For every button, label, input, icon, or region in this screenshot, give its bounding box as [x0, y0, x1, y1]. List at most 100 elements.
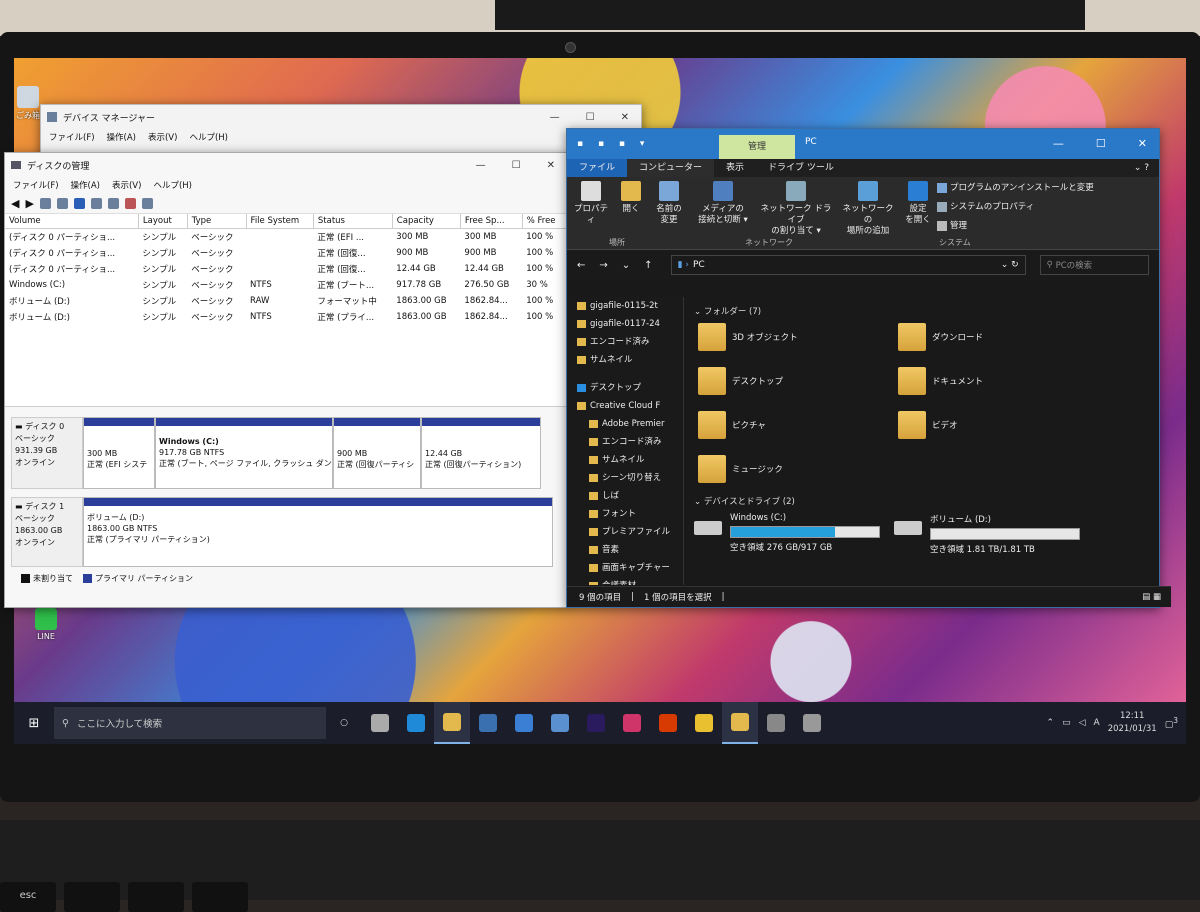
partition-windows-c[interactable]: Windows (C:) 917.78 GB NTFS 正常 (ブート, ページ… [155, 417, 333, 489]
rename-button[interactable]: 名前の 変更 [647, 177, 691, 249]
taskbar-app-button[interactable] [542, 702, 578, 744]
menu-help[interactable]: ヘルプ(H) [189, 131, 228, 143]
partition-volume-d[interactable]: ボリューム (D:) 1863.00 GB NTFS 正常 (プライマリ パーテ… [83, 497, 553, 567]
nav-item[interactable]: シーン切り替え [567, 469, 683, 487]
column-header[interactable]: File System [246, 214, 314, 229]
properties-button[interactable]: プロパティ [567, 177, 615, 249]
uninstall-programs-link[interactable]: プログラムのアンインストールと変更 [937, 179, 1094, 198]
folder-3d-objects[interactable]: 3D オブジェクト [698, 323, 798, 351]
taskbar-app-button[interactable] [470, 702, 506, 744]
explorer-titlebar[interactable]: ▪ ▪ ▪ ▾ 管理 PC — ☐ ✕ [567, 129, 1159, 159]
folders-section-header[interactable]: ⌄ フォルダー (7) [694, 305, 1149, 317]
close-icon[interactable]: ✕ [1138, 137, 1147, 150]
console-tree-icon[interactable] [39, 197, 51, 209]
settings-icon[interactable] [141, 197, 153, 209]
refresh-icon[interactable]: ⌄ ↻ [1001, 260, 1019, 270]
menu-view[interactable]: 表示(V) [148, 131, 177, 143]
tab-view[interactable]: 表示 [714, 159, 756, 177]
network-icon[interactable]: ▭ [1062, 718, 1071, 728]
taskbar-app-button[interactable] [506, 702, 542, 744]
table-row[interactable]: (ディスク 0 パーティショ... シンプル ベーシック 正常 (回復... 12.44… [5, 261, 567, 277]
file-explorer-window[interactable]: ▪ ▪ ▪ ▾ 管理 PC — ☐ ✕ ファイル コンピューター 表示 ドライブ ツ… [566, 128, 1171, 608]
folder-pictures[interactable]: ピクチャ [698, 411, 766, 439]
address-bar[interactable]: ▮ › PC ⌄ ↻ [670, 255, 1026, 275]
list-view-icon[interactable] [90, 197, 102, 209]
view-toggle-icons[interactable]: ▤ ▦ [1142, 592, 1171, 602]
menu-action[interactable]: 操作(A) [107, 131, 136, 143]
nav-item[interactable]: プレミアファイル [567, 523, 683, 541]
disk-0-label[interactable]: ▬ ディスク 0 ベーシック 931.39 GB オンライン [11, 417, 83, 489]
desktop-icon-line[interactable]: LINE [24, 608, 68, 641]
maximize-icon[interactable]: ☐ [1096, 137, 1106, 150]
table-row[interactable]: Windows (C:) シンプル ベーシック NTFS 正常 (ブート... 917.7… [5, 277, 567, 293]
forward-arrow-icon[interactable]: ▶ [25, 197, 33, 210]
table-row[interactable]: (ディスク 0 パーティショ... シンプル ベーシック 正常 (回復... 900 M… [5, 245, 567, 261]
taskbar-search[interactable]: ⚲ ここに入力して検索 [54, 707, 326, 739]
manage-link[interactable]: 管理 [937, 217, 1094, 236]
nav-item[interactable]: Creative Cloud F [567, 397, 683, 415]
open-settings-button[interactable]: 設定 を開く [899, 177, 937, 249]
folder-documents[interactable]: ドキュメント [898, 367, 983, 395]
taskbar-app-button[interactable] [398, 702, 434, 744]
table-row[interactable]: ボリューム (D:) シンプル ベーシック NTFS 正常 (プライ... 1863.00… [5, 309, 567, 325]
maximize-icon[interactable]: ☐ [586, 112, 595, 123]
notification-center-icon[interactable]: ▢3 [1165, 716, 1178, 730]
nav-item[interactable]: デスクトップ [567, 379, 683, 397]
taskbar-app-button[interactable] [434, 702, 470, 744]
cortana-button[interactable]: ○ [326, 702, 362, 744]
disk-1-label[interactable]: ▬ ディスク 1 ベーシック 1863.00 GB オンライン [11, 497, 83, 567]
column-header[interactable]: Layout [138, 214, 188, 229]
taskbar-app-button[interactable] [362, 702, 398, 744]
table-row[interactable]: (ディスク 0 パーティショ... シンプル ベーシック 正常 (EFI ... 300… [5, 229, 567, 246]
ime-mode[interactable]: A [1094, 718, 1100, 728]
properties-icon[interactable] [56, 197, 68, 209]
menu-view[interactable]: 表示(V) [112, 179, 141, 191]
nav-item[interactable]: Adobe Premier [567, 415, 683, 433]
tab-drive-tools[interactable]: ドライブ ツール [756, 159, 846, 177]
disk-management-window[interactable]: ディスクの管理 — ☐ ✕ ファイル(F) 操作(A) 表示(V) ヘルプ(H) ◀… [4, 152, 568, 608]
nav-item[interactable]: サムネイル [567, 451, 683, 469]
partition-recovery-2[interactable]: 12.44 GB 正常 (回復パーティション) [421, 417, 541, 489]
tray-overflow-icon[interactable]: ⌃ [1047, 718, 1055, 728]
nav-item[interactable]: エンコード済み [567, 333, 683, 351]
partition-recovery-1[interactable]: 900 MB 正常 (回復パーティシ [333, 417, 421, 489]
taskbar-app-button[interactable] [794, 702, 830, 744]
column-header[interactable]: Capacity [392, 214, 461, 229]
tab-file[interactable]: ファイル [567, 159, 628, 177]
taskbar-app-button[interactable] [686, 702, 722, 744]
table-row[interactable]: ボリューム (D:) シンプル ベーシック RAW フォーマット中 1863.00 GB 1… [5, 293, 567, 309]
taskbar-app-button[interactable] [614, 702, 650, 744]
check-icon[interactable] [124, 197, 136, 209]
taskbar-app-button[interactable] [722, 702, 758, 744]
close-icon[interactable]: ✕ [547, 160, 555, 171]
folder-music[interactable]: ミュージック [698, 455, 783, 483]
minimize-icon[interactable]: — [550, 112, 560, 123]
windows-start-icon[interactable]: ⊞ [14, 716, 54, 731]
nav-item[interactable]: 画面キャプチャー [567, 559, 683, 577]
taskbar-app-button[interactable] [650, 702, 686, 744]
minimize-icon[interactable]: — [476, 160, 486, 171]
menu-file[interactable]: ファイル(F) [49, 131, 95, 143]
back-arrow-icon[interactable]: ◀ [11, 197, 19, 210]
folder-videos[interactable]: ビデオ [898, 411, 958, 439]
column-header[interactable]: Type [187, 214, 247, 229]
nav-item[interactable]: エンコード済み [567, 433, 683, 451]
maximize-icon[interactable]: ☐ [512, 160, 521, 171]
nav-item[interactable]: フォント [567, 505, 683, 523]
taskbar-app-button[interactable] [578, 702, 614, 744]
navigation-pane[interactable]: gigafile-0115-2t gigafile-0117-24 エンコード済みサ… [567, 297, 684, 585]
drives-section-header[interactable]: ⌄ デバイスとドライブ (2) [694, 495, 795, 507]
folder-downloads[interactable]: ダウンロード [898, 323, 983, 351]
drive-c[interactable]: Windows (C:) 空き領域 276 GB/917 GB [694, 513, 880, 553]
nav-item[interactable]: gigafile-0115-2t [567, 297, 683, 315]
nav-item[interactable] [567, 369, 683, 379]
back-arrow-icon[interactable]: ← [577, 260, 585, 271]
volume-icon[interactable]: ◁ [1079, 718, 1086, 728]
connect-icon[interactable] [107, 197, 119, 209]
menu-file[interactable]: ファイル(F) [13, 179, 59, 191]
system-properties-link[interactable]: システムのプロパティ [937, 198, 1094, 217]
close-icon[interactable]: ✕ [621, 112, 629, 123]
device-manager-titlebar[interactable]: デバイス マネージャー — ☐ ✕ [41, 105, 641, 129]
tab-computer[interactable]: コンピューター [627, 159, 715, 177]
context-tab-manage[interactable]: 管理 [719, 135, 795, 159]
